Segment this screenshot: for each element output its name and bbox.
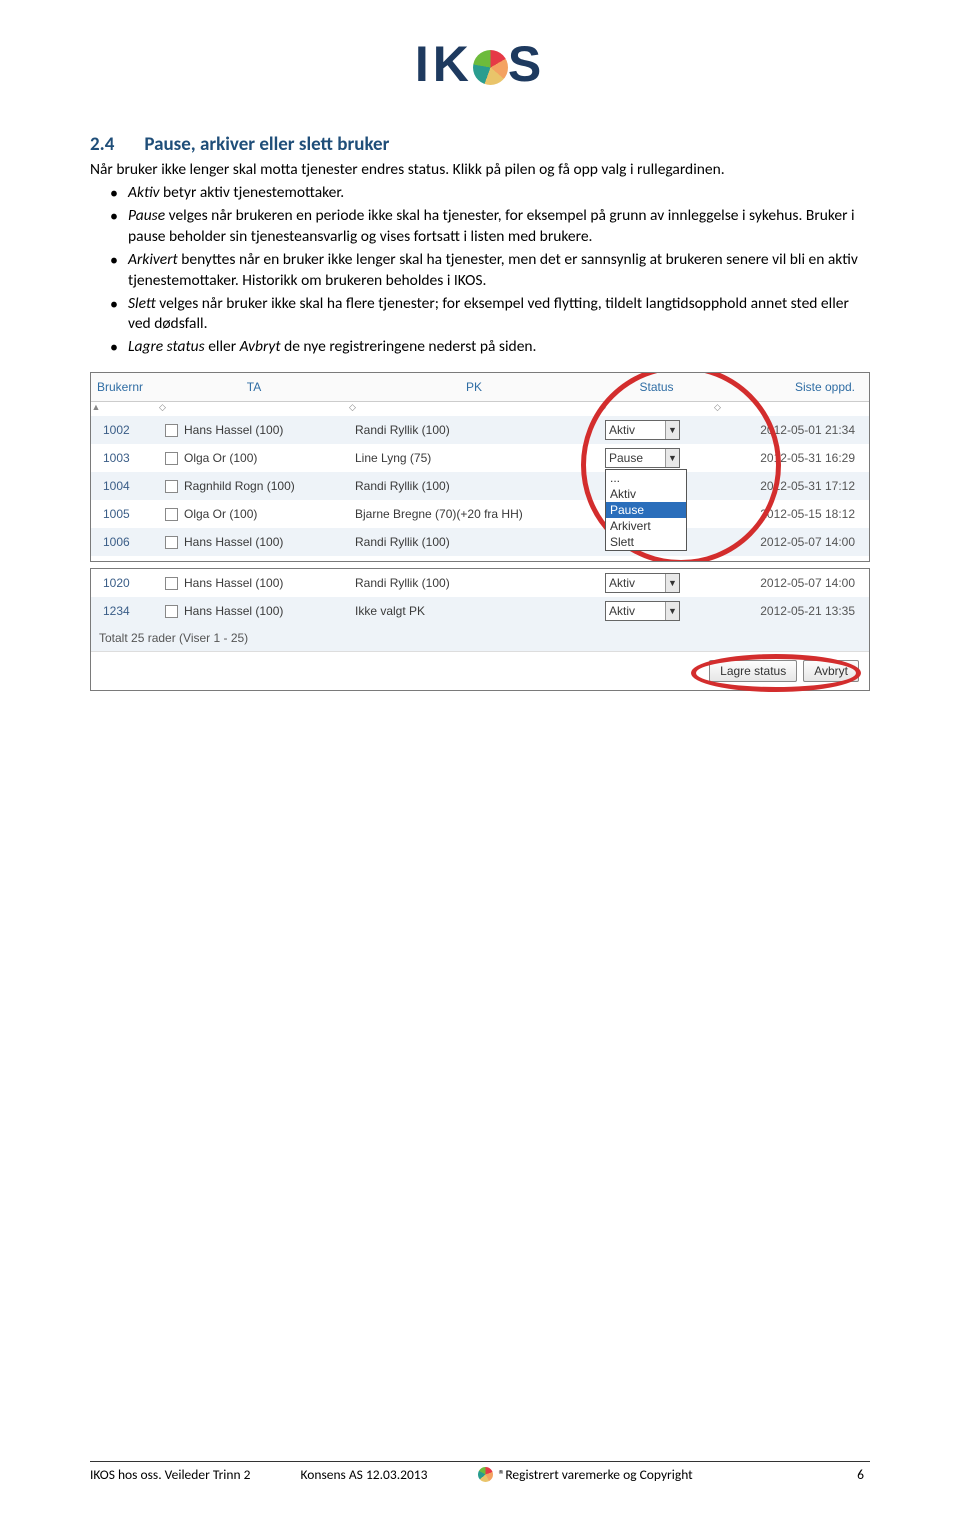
bullet-list: Aktiv betyr aktiv tjenestemottaker. Paus…: [90, 183, 870, 358]
checkbox-icon[interactable]: [165, 508, 178, 521]
list-item: Lagre status eller Avbryt de nye registr…: [110, 337, 870, 358]
cancel-button[interactable]: Avbryt: [803, 660, 859, 682]
table-row[interactable]: 1004 Ragnhild Rogn (100) Randi Ryllik (1…: [91, 472, 869, 500]
logo-prefix: IK: [415, 35, 473, 93]
checkbox-icon[interactable]: [165, 536, 178, 549]
col-status[interactable]: Status: [605, 380, 708, 394]
list-item: Arkivert benyttes når en bruker ikke len…: [110, 250, 870, 292]
list-item: Pause velges når brukeren en periode ikk…: [110, 206, 870, 248]
list-item: Slett velges når bruker ikke skal ha fle…: [110, 294, 870, 336]
table-header: Brukernr TA PK Status Siste oppd.: [91, 373, 869, 402]
table-summary: Totalt 25 rader (Viser 1 - 25): [91, 625, 869, 651]
button-bar: Lagre status Avbryt: [91, 651, 869, 690]
checkbox-icon[interactable]: [165, 577, 178, 590]
heading-title: Pause, arkiver eller slett bruker: [144, 133, 389, 156]
col-pk[interactable]: PK: [355, 380, 593, 394]
pie-icon: [473, 50, 508, 85]
footer-mid: Konsens AS 12.03.2013: [300, 1466, 477, 1483]
dropdown-option[interactable]: Slett: [606, 534, 686, 550]
table-row[interactable]: 1006 Hans Hassel (100) Randi Ryllik (100…: [91, 528, 869, 556]
heading-number: 2.4: [90, 133, 114, 156]
footer-right: ®Registrert varemerke og Copyright: [499, 1466, 693, 1483]
status-select[interactable]: Aktiv▼: [605, 573, 680, 593]
chevron-down-icon: ▼: [665, 602, 679, 620]
status-select[interactable]: Pause▼: [605, 448, 680, 468]
screenshot-table-1: Brukernr TA PK Status Siste oppd. ▲ ◇ ◇ …: [90, 372, 870, 562]
table-row[interactable]: 1005 Olga Or (100) Bjarne Bregne (70)(+2…: [91, 500, 869, 528]
dropdown-option-selected[interactable]: Pause: [606, 502, 686, 518]
status-select[interactable]: Aktiv▼: [605, 601, 680, 621]
dropdown-option[interactable]: ...: [606, 470, 686, 486]
list-item: Aktiv betyr aktiv tjenestemottaker.: [110, 183, 870, 204]
chevron-down-icon: ▼: [665, 421, 679, 439]
col-ta[interactable]: TA: [165, 380, 343, 394]
table-row[interactable]: 1234 Hans Hassel (100) Ikke valgt PK Akt…: [91, 597, 869, 625]
logo: IK S: [90, 35, 870, 93]
table-rows: 1002 Hans Hassel (100) Randi Ryllik (100…: [91, 416, 869, 556]
checkbox-icon[interactable]: [165, 424, 178, 437]
status-dropdown[interactable]: ... Aktiv Pause Arkivert Slett: [605, 469, 687, 551]
dropdown-option[interactable]: Aktiv: [606, 486, 686, 502]
save-button[interactable]: Lagre status: [709, 660, 797, 682]
col-brukernr[interactable]: Brukernr: [97, 380, 153, 394]
screenshot-table-2: 1020 Hans Hassel (100) Randi Ryllik (100…: [90, 568, 870, 691]
status-select[interactable]: Aktiv▼: [605, 420, 680, 440]
page-footer: IKOS hos oss. Veileder Trinn 2 Konsens A…: [90, 1461, 870, 1483]
chevron-down-icon: ▼: [665, 449, 679, 467]
footer-left: IKOS hos oss. Veileder Trinn 2: [90, 1466, 300, 1483]
checkbox-icon[interactable]: [165, 480, 178, 493]
logo-suffix: S: [508, 35, 545, 93]
section-heading: 2.4 Pause, arkiver eller slett bruker: [90, 133, 870, 156]
table-row[interactable]: 1003 Olga Or (100) Line Lyng (75) Pause▼…: [91, 444, 869, 472]
col-siste[interactable]: Siste oppd.: [795, 380, 855, 394]
checkbox-icon[interactable]: [165, 605, 178, 618]
intro-paragraph: Når bruker ikke lenger skal motta tjenes…: [90, 160, 870, 181]
table-row[interactable]: 1020 Hans Hassel (100) Randi Ryllik (100…: [91, 569, 869, 597]
page-number: 6: [857, 1466, 870, 1483]
checkbox-icon[interactable]: [165, 452, 178, 465]
chevron-down-icon: ▼: [665, 574, 679, 592]
dropdown-option[interactable]: Arkivert: [606, 518, 686, 534]
table-row[interactable]: 1002 Hans Hassel (100) Randi Ryllik (100…: [91, 416, 869, 444]
pie-icon: [478, 1467, 493, 1482]
